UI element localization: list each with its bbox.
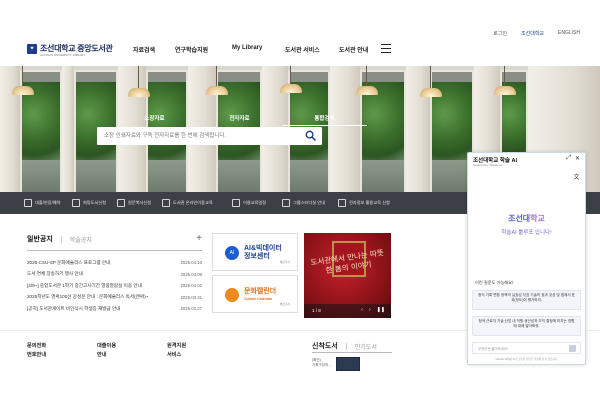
tab-academic-notice[interactable]: 학술공지: [70, 235, 92, 244]
calendar-icon: [225, 288, 239, 302]
list-item[interactable]: 2025학년도 앤써100선 강성문 안내 : 문화예술리스 독서(앤써)~ 20…: [27, 292, 202, 304]
suggested-questions-title: 이런 질문도 가능해요!: [475, 280, 514, 285]
search-box: [97, 127, 322, 145]
site-header: 로그인 조선대학교 ENGLISH ✦ 조선대학교 중앙도서관 CHOSUN U…: [0, 0, 600, 66]
ai-chat-widget: 조선대학교 학술 AI powered by Wander.ai ⤢ ✕ 文 조…: [467, 152, 586, 365]
list-item[interactable]: [공지] 도서관게이트 비인식시 학생증 재발급 안내 2025.03.27: [27, 303, 202, 315]
group-icon: [282, 199, 290, 207]
book-icon: [24, 199, 32, 207]
nav-library-info[interactable]: 도서관 안내: [339, 45, 379, 54]
login-link[interactable]: 로그인: [493, 30, 507, 37]
search-tabs: 소장자료 전자자료 통합검색: [112, 114, 367, 126]
quick-loan[interactable]: 대출/연장/예약: [24, 199, 72, 207]
quick-online-education[interactable]: 도서관 온라인이용교육: [162, 199, 232, 207]
chat-powered-by: powered by Wander.ai: [473, 163, 503, 167]
english-link[interactable]: ENGLISH: [558, 30, 580, 37]
culture-banner-subtitle: Culture Calendar: [244, 297, 273, 301]
ai-icon: AI: [225, 246, 239, 260]
tab-e-resources[interactable]: 전자자료: [197, 114, 282, 126]
culture-calendar-banner[interactable]: 문화캘린더 Culture Calendar 바로가기: [212, 275, 298, 313]
notice-board: 일반공지 학술공지 + 2025 CSU-SP 문화예술리스 프로그램 안내 20…: [27, 233, 202, 318]
expand-icon[interactable]: ⤢: [566, 155, 571, 162]
culture-banner-more: 바로가기: [279, 302, 290, 306]
library-homepage: 로그인 조선대학교 ENGLISH ✦ 조선대학교 중앙도서관 CHOSUN U…: [0, 0, 600, 400]
chat-welcome: 조선대학교 학술AI 툴루포 입니다!: [468, 213, 585, 236]
bottom-info-links: 문의전화 번호안내 대출이용 안내 원격지원 서비스: [27, 342, 297, 360]
calendar-icon: [232, 199, 240, 207]
ai-bigdata-banner[interactable]: AI AI&빅데이터 정보센터 바로가기: [212, 233, 298, 271]
ai-banner-more: 바로가기: [279, 260, 290, 264]
pendant-lamp: [280, 66, 302, 93]
ai-banner-title: AI&빅데이터: [244, 245, 282, 252]
list-item[interactable]: [4/9~] 중앙도서관 1학기 중간고사기간 열람열람실 이용 안내 2025.…: [27, 280, 202, 292]
chat-input[interactable]: 무엇이든 물어보세요!: [472, 342, 581, 354]
pendant-lamp: [206, 66, 228, 95]
chat-disclaimer: Wander.ai에서 AI가 보유한 답변은 부정확 할 수 있습니다: [495, 358, 558, 361]
quick-group-study[interactable]: 그룹스터디실 안내: [282, 199, 338, 207]
chat-brand: 조선대학교: [508, 214, 545, 223]
tab-popular-books[interactable]: 인기도서: [355, 342, 377, 351]
suggested-question[interactable]: 청색 근로자 기술 산업 내 직원 생산성과 조직 결정에 미치는 영향에 대해…: [472, 316, 581, 336]
tab-new-books[interactable]: 신착도서: [312, 341, 338, 351]
utility-links: 로그인 조선대학교 ENGLISH: [493, 30, 580, 37]
slide-counter: 1 / 8: [312, 308, 321, 313]
pendant-lamp: [420, 66, 442, 97]
search-icon[interactable]: [305, 130, 316, 141]
quick-e-resource-education[interactable]: 전자정보 활용교육 신청: [338, 199, 402, 207]
tab-general-notice[interactable]: 일반공지: [27, 234, 53, 244]
main-navigation: 자료검색 연구학습지원 My Library 도서관 서비스 도서관 안내: [133, 45, 379, 54]
logo-emblem-icon: ✦: [27, 43, 37, 54]
nav-research-support[interactable]: 연구학습지원: [175, 45, 232, 54]
ai-banner-subtitle: 정보센터: [244, 253, 270, 260]
culture-banner-title: 문화캘린더: [244, 288, 277, 295]
quick-request-book[interactable]: 희망도서신청: [72, 199, 117, 207]
pendant-lamp: [356, 66, 378, 95]
list-item[interactable]: 2025 CSU-SP 문화예술리스 프로그램 안내 2025.04.10: [27, 257, 202, 269]
more-plus-icon[interactable]: +: [196, 234, 202, 244]
university-site-link[interactable]: 조선대학교: [521, 30, 544, 37]
search-doc-icon: [338, 199, 346, 207]
quick-copy-request[interactable]: 원문복사신청: [117, 199, 162, 207]
library-logo[interactable]: ✦ 조선대학교 중앙도서관 CHOSUN UNIVERSITY LIBRARY: [27, 43, 113, 57]
send-icon[interactable]: [569, 345, 576, 352]
copy-icon: [117, 199, 125, 207]
pendant-lamp: [494, 66, 516, 95]
tab-holdings[interactable]: 소장자료: [112, 114, 197, 126]
slider-controls: 1 / 8 ‹ › ❚❚: [304, 304, 391, 318]
quick-menu-items: 대출/연장/예약 희망도서신청 원문복사신청 도서관 온라인이용교육 이용교육일…: [24, 192, 402, 214]
pendant-lamp: [128, 66, 150, 97]
notice-tabs: 일반공지 학술공지: [27, 233, 202, 245]
event-poster-slider[interactable]: 도서관에서 만나는 따뜻한 봄의 이야기 1 / 8 ‹ › ❚❚: [304, 233, 391, 318]
logo-subtext: CHOSUN UNIVERSITY LIBRARY: [40, 53, 86, 57]
nav-services[interactable]: 도서관 서비스: [285, 45, 339, 54]
nav-search[interactable]: 자료검색: [133, 45, 175, 54]
book-description: (확인) 기획구성의 ...: [312, 358, 332, 367]
hamburger-menu-icon[interactable]: [381, 44, 391, 53]
contact-link[interactable]: 문의전화 번호안내: [27, 342, 97, 360]
notice-list: 2025 CSU-SP 문화예술리스 프로그램 안내 2025.04.10 도서 …: [27, 257, 202, 315]
search-input[interactable]: [97, 127, 302, 145]
translate-icon[interactable]: 文: [572, 174, 581, 183]
tab-integrated-search[interactable]: 통합검색: [282, 114, 367, 126]
pause-icon[interactable]: ❚❚: [377, 307, 385, 313]
loan-info-link[interactable]: 대출이용 안내: [97, 342, 167, 360]
chat-welcome-text: 학술AI 툴루포 입니다!: [501, 230, 552, 236]
document-icon: [72, 199, 80, 207]
list-item[interactable]: 도서 연체 장송하기 행사 안내 2025.04.09: [27, 269, 202, 281]
nav-my-library[interactable]: My Library: [232, 45, 285, 54]
remote-service-link[interactable]: 원격지원 서비스: [167, 342, 237, 360]
quick-education-schedule[interactable]: 이용교육일정: [232, 199, 282, 207]
suggested-question[interactable]: 청각 기록 변환 정책의 실효성 지표 기술의 효과 갖성 및 앱에서 표과(정…: [472, 290, 581, 310]
close-icon[interactable]: ✕: [575, 155, 580, 162]
prev-arrow-icon[interactable]: ‹: [361, 307, 363, 313]
book-tabs: 신착도서 인기도서: [312, 341, 377, 351]
pendant-lamp: [12, 66, 34, 95]
monitor-icon: [162, 199, 170, 207]
next-arrow-icon[interactable]: ›: [369, 307, 371, 313]
book-cover-thumbnail[interactable]: [336, 357, 360, 371]
chat-header: 조선대학교 학술 AI powered by Wander.ai ⤢ ✕: [468, 153, 585, 170]
